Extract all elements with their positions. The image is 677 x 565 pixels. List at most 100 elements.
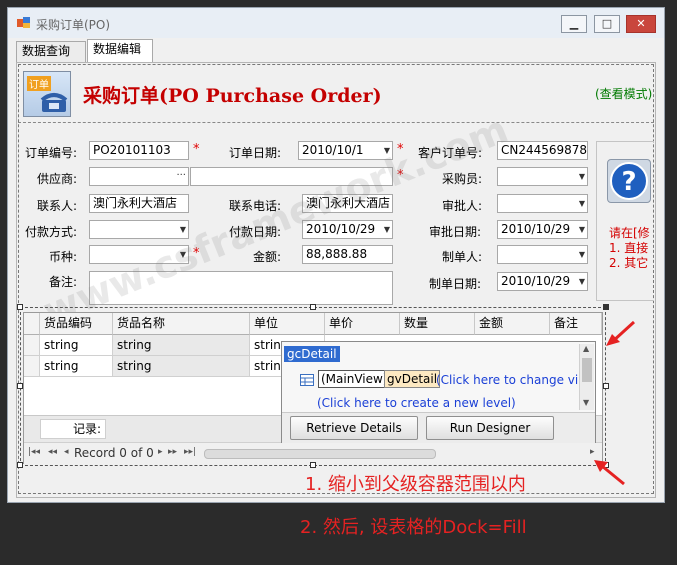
order-date-value: 2010/10/1: [302, 143, 364, 157]
scroll-right-icon[interactable]: ▸: [590, 447, 595, 457]
buyer-select[interactable]: ▼: [497, 167, 588, 186]
nav-first-button[interactable]: |◂◂: [28, 447, 40, 457]
approver-label: 审批人:: [442, 199, 483, 213]
help-icon: ?: [607, 159, 651, 203]
chevron-down-icon[interactable]: ▼: [579, 222, 585, 237]
column-header[interactable]: 单位: [250, 313, 325, 335]
required-mark: *: [193, 142, 200, 157]
pay-method-label: 付款方式:: [25, 225, 78, 239]
approver-select[interactable]: ▼: [497, 194, 588, 213]
svg-text:?: ?: [621, 167, 636, 197]
chevron-down-icon[interactable]: ▼: [579, 274, 585, 289]
detail-view-node[interactable]: gvDetail: [384, 370, 441, 388]
help-panel: ? 请在[修 1. 直接 2. 其它: [596, 141, 654, 301]
annotation-note-2: 2. 然后, 设表格的Dock=Fill: [300, 517, 527, 538]
resize-handle[interactable]: [310, 462, 316, 468]
column-header[interactable]: 单价: [325, 313, 400, 335]
window-title: 采购订单(PO): [36, 18, 111, 32]
resize-handle[interactable]: [17, 383, 23, 389]
table-cell[interactable]: string: [40, 356, 113, 377]
order-no-input[interactable]: PO20101103: [89, 141, 189, 160]
help-text: 请在[修 1. 直接 2. 其它: [609, 226, 650, 271]
ellipsis-button[interactable]: ···: [176, 168, 186, 183]
title-bar[interactable]: 采购订单(PO) ▁ □ ✕: [8, 8, 664, 38]
change-view-link[interactable]: (Click here to change view: [436, 373, 578, 387]
create-date-value: 2010/10/29: [501, 274, 571, 288]
app-window: 采购订单(PO) ▁ □ ✕ 数据查询 数据编辑 订单 采购订单(PO Purc…: [7, 7, 665, 503]
approve-date-value: 2010/10/29: [501, 222, 571, 236]
creator-label: 制单人:: [442, 250, 483, 264]
supplier-code-input[interactable]: ···: [89, 167, 189, 186]
arrow-icon: [606, 320, 636, 346]
tab-content: 订单 采购订单(PO Purchase Order) (查看模式) 订单编号: …: [16, 62, 656, 498]
resize-handle[interactable]: [603, 383, 609, 389]
row-indicator-header: [24, 313, 40, 335]
amount-input[interactable]: 88,888.88: [302, 245, 393, 264]
grid-view-icon: [300, 374, 314, 386]
main-view-node[interactable]: (MainView): [318, 370, 391, 388]
horizontal-scrollbar[interactable]: [204, 449, 436, 459]
approve-date-label: 审批日期:: [429, 225, 482, 239]
run-designer-button[interactable]: Run Designer: [426, 416, 554, 440]
close-button[interactable]: ✕: [626, 15, 656, 33]
logo-icon: 订单: [23, 71, 71, 117]
create-date-label: 制单日期:: [429, 277, 482, 291]
help-line: 2. 其它: [609, 256, 649, 270]
row-indicator[interactable]: [24, 335, 40, 356]
scroll-down-icon[interactable]: ▼: [583, 398, 589, 407]
supplier-label: 供应商:: [37, 172, 78, 186]
scroll-thumb[interactable]: [582, 358, 592, 382]
table-cell[interactable]: string: [40, 335, 113, 356]
chevron-down-icon[interactable]: ▼: [579, 169, 585, 184]
contact-input[interactable]: 澳门永利大酒店: [89, 194, 189, 213]
nav-next-button[interactable]: ▸: [158, 447, 163, 457]
record-indicator: Record 0 of 0: [74, 446, 154, 460]
grid-control-node[interactable]: gcDetail: [284, 346, 340, 362]
column-header[interactable]: 备注: [550, 313, 602, 335]
create-date-picker[interactable]: 2010/10/29 ▼: [497, 272, 588, 291]
record-navigator: |◂◂ ◂◂ ◂ Record 0 of 0 ▸ ▸▸ ▸▸| ▸: [24, 442, 602, 464]
annotation-note-1: 1. 缩小到父级容器范围以内: [305, 474, 526, 495]
tab-data-query[interactable]: 数据查询: [16, 41, 86, 62]
resize-handle[interactable]: [310, 304, 316, 310]
help-line: 请在[修: [609, 226, 650, 240]
retrieve-details-button[interactable]: Retrieve Details: [290, 416, 418, 440]
table-cell[interactable]: string: [113, 335, 250, 356]
nav-next-page-button[interactable]: ▸▸: [168, 447, 177, 457]
scroll-up-icon[interactable]: ▲: [583, 344, 589, 353]
vertical-scrollbar[interactable]: ▲ ▼: [579, 344, 594, 410]
smart-tag-handle[interactable]: [603, 304, 609, 310]
row-indicator[interactable]: [24, 356, 40, 377]
nav-last-button[interactable]: ▸▸|: [184, 447, 196, 457]
logo-label: 订单: [27, 76, 51, 91]
telephone-icon: [40, 93, 68, 112]
header-divider: [18, 122, 654, 123]
maximize-button[interactable]: □: [594, 15, 620, 33]
column-header[interactable]: 货品名称: [113, 313, 250, 335]
create-level-link[interactable]: (Click here to create a new level): [317, 396, 516, 410]
level-designer-popup: gcDetail (MainView) gvDetail (Click here…: [281, 341, 596, 443]
record-count-label: 记录:: [40, 419, 106, 439]
tab-data-edit[interactable]: 数据编辑: [87, 39, 153, 63]
column-header[interactable]: 金额: [475, 313, 550, 335]
creator-select[interactable]: ▼: [497, 245, 588, 264]
app-icon: [17, 17, 30, 28]
column-header[interactable]: 货品编码: [40, 313, 113, 335]
order-no-label: 订单编号:: [25, 146, 78, 160]
chevron-down-icon[interactable]: ▼: [579, 247, 585, 262]
chevron-down-icon[interactable]: ▼: [579, 196, 585, 211]
minimize-button[interactable]: ▁: [561, 15, 587, 33]
resize-handle[interactable]: [17, 462, 23, 468]
approve-date-picker[interactable]: 2010/10/29 ▼: [497, 220, 588, 239]
help-line: 1. 直接: [609, 241, 649, 255]
column-header[interactable]: 数量: [400, 313, 475, 335]
tab-label: 数据查询: [22, 44, 71, 58]
table-cell[interactable]: string: [113, 356, 250, 377]
page-title: 采购订单(PO Purchase Order): [83, 85, 382, 107]
resize-handle[interactable]: [17, 304, 23, 310]
nav-prev-page-button[interactable]: ◂◂: [48, 447, 57, 457]
currency-label: 币种:: [49, 250, 78, 264]
nav-prev-button[interactable]: ◂: [64, 447, 69, 457]
pay-method-select[interactable]: ▼: [89, 220, 189, 239]
chevron-down-icon[interactable]: ▼: [384, 222, 390, 237]
